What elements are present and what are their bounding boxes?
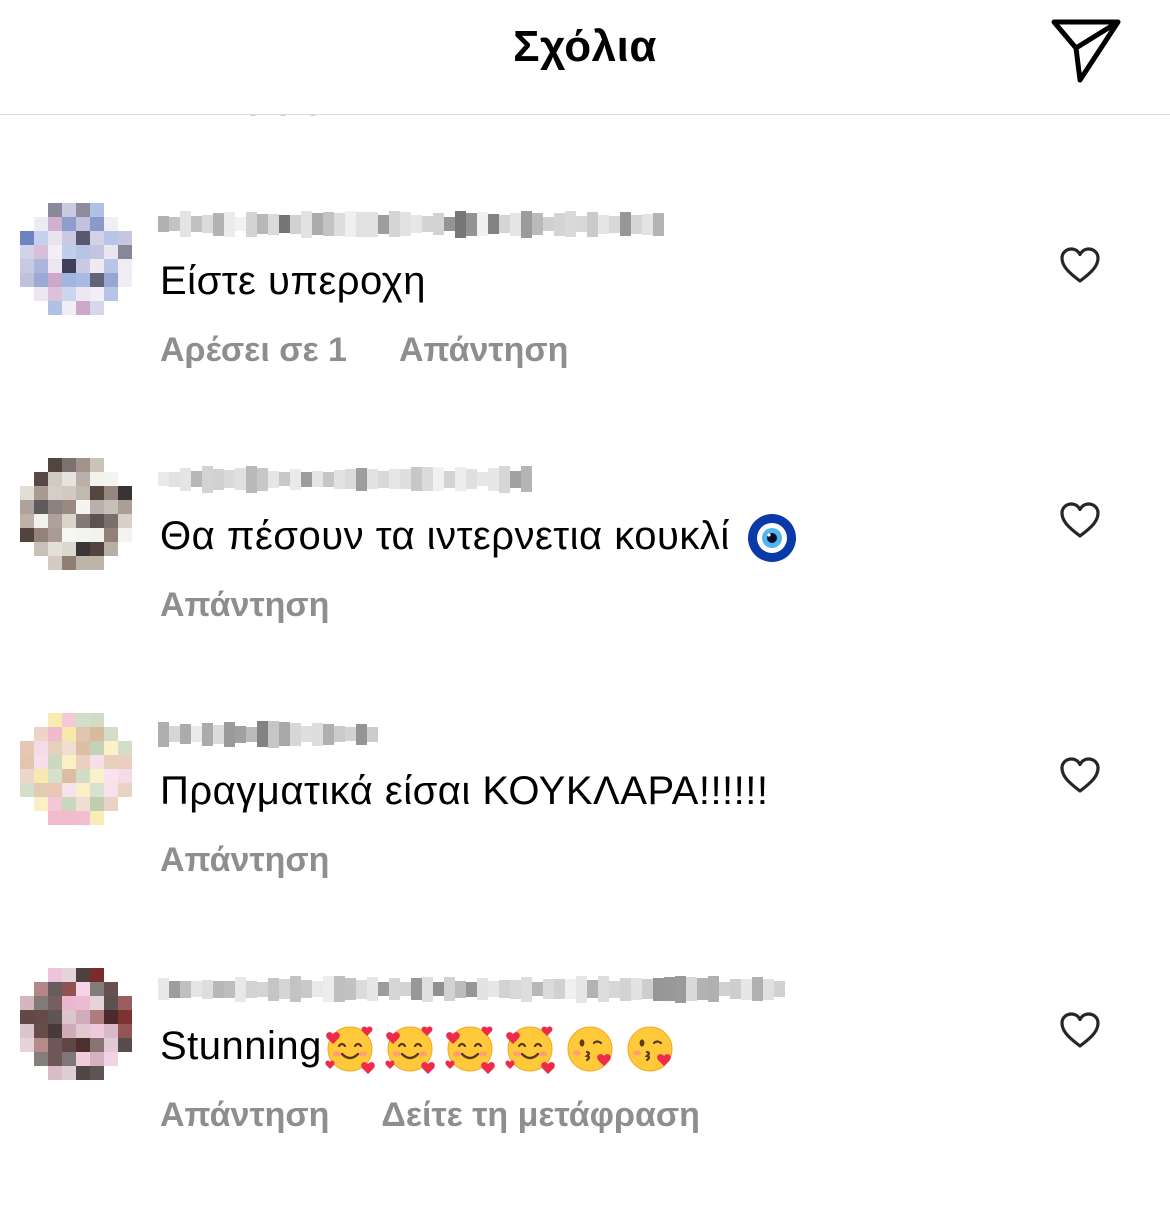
like-button[interactable] bbox=[1058, 1010, 1102, 1050]
heart-outline-icon bbox=[1060, 247, 1100, 283]
reply-button[interactable]: Απάντηση bbox=[160, 586, 329, 625]
face-blowing-kiss-emoji bbox=[564, 1022, 616, 1074]
see-translation-button[interactable]: Δείτε τη μετάφραση bbox=[381, 1096, 700, 1135]
comment-item: Θα πέσουν τα ιντερνετια κουκλί Απάντηση bbox=[0, 458, 1170, 708]
heart-outline-icon bbox=[1060, 757, 1100, 793]
smiling-face-with-hearts-emoji bbox=[384, 1022, 436, 1075]
likes-count-link[interactable]: Αρέσει σε 1 bbox=[160, 331, 347, 370]
share-button[interactable] bbox=[1048, 14, 1124, 84]
avatar[interactable] bbox=[20, 203, 132, 315]
comment-item: Stunning Απάντηση Δείτε τη μετάφραση bbox=[0, 968, 1170, 1218]
username-redacted[interactable] bbox=[158, 209, 664, 239]
smiling-face-with-hearts-emoji bbox=[504, 1022, 556, 1075]
comments-header: Σχόλια bbox=[0, 0, 1170, 116]
scrolled-content-remnant bbox=[250, 108, 350, 116]
comment-text: Stunning bbox=[160, 1022, 676, 1075]
comment-text-content: Πραγματικά είσαι ΚΟΥΚΛΑΡΑ!!!!!! bbox=[160, 769, 769, 813]
page-title: Σχόλια bbox=[513, 22, 657, 71]
avatar[interactable] bbox=[20, 458, 132, 570]
heart-outline-icon bbox=[1060, 1012, 1100, 1048]
comment-text-content: Θα πέσουν τα ιντερνετια κουκλί bbox=[160, 514, 730, 558]
comment-text: Είστε υπεροχη bbox=[160, 257, 426, 305]
like-button[interactable] bbox=[1058, 245, 1102, 285]
comment-text: Πραγματικά είσαι ΚΟΥΚΛΑΡΑ!!!!!! bbox=[160, 767, 769, 815]
reply-button[interactable]: Απάντηση bbox=[399, 331, 568, 370]
paper-plane-icon bbox=[1051, 19, 1121, 83]
reply-button[interactable]: Απάντηση bbox=[160, 841, 329, 880]
comment-actions: Απάντηση bbox=[160, 841, 381, 880]
smiling-face-with-hearts-emoji bbox=[444, 1022, 496, 1075]
comment-actions: Απάντηση Δείτε τη μετάφραση bbox=[160, 1096, 752, 1135]
comment-actions: Απάντηση bbox=[160, 586, 381, 625]
username-redacted[interactable] bbox=[158, 464, 532, 494]
comment-text-content: Είστε υπεροχη bbox=[160, 259, 426, 303]
heart-outline-icon bbox=[1060, 502, 1100, 538]
comment-actions: Αρέσει σε 1 Απάντηση bbox=[160, 331, 620, 370]
avatar[interactable] bbox=[20, 713, 132, 825]
username-redacted[interactable] bbox=[158, 974, 785, 1004]
avatar[interactable] bbox=[20, 968, 132, 1080]
comment-item: Είστε υπεροχη Αρέσει σε 1 Απάντηση bbox=[0, 203, 1170, 453]
face-blowing-kiss-emoji bbox=[624, 1022, 676, 1074]
username-redacted[interactable] bbox=[158, 719, 378, 749]
comment-text: Θα πέσουν τα ιντερνετια κουκλί bbox=[160, 512, 797, 563]
comment-text-content: Stunning bbox=[160, 1024, 322, 1068]
emoji-row bbox=[322, 1024, 676, 1075]
smiling-face-with-hearts-emoji bbox=[324, 1022, 376, 1075]
reply-button[interactable]: Απάντηση bbox=[160, 1096, 329, 1135]
comment-item: Πραγματικά είσαι ΚΟΥΚΛΑΡΑ!!!!!! Απάντηση bbox=[0, 713, 1170, 963]
nazar-amulet-emoji bbox=[747, 513, 797, 563]
like-button[interactable] bbox=[1058, 755, 1102, 795]
like-button[interactable] bbox=[1058, 500, 1102, 540]
